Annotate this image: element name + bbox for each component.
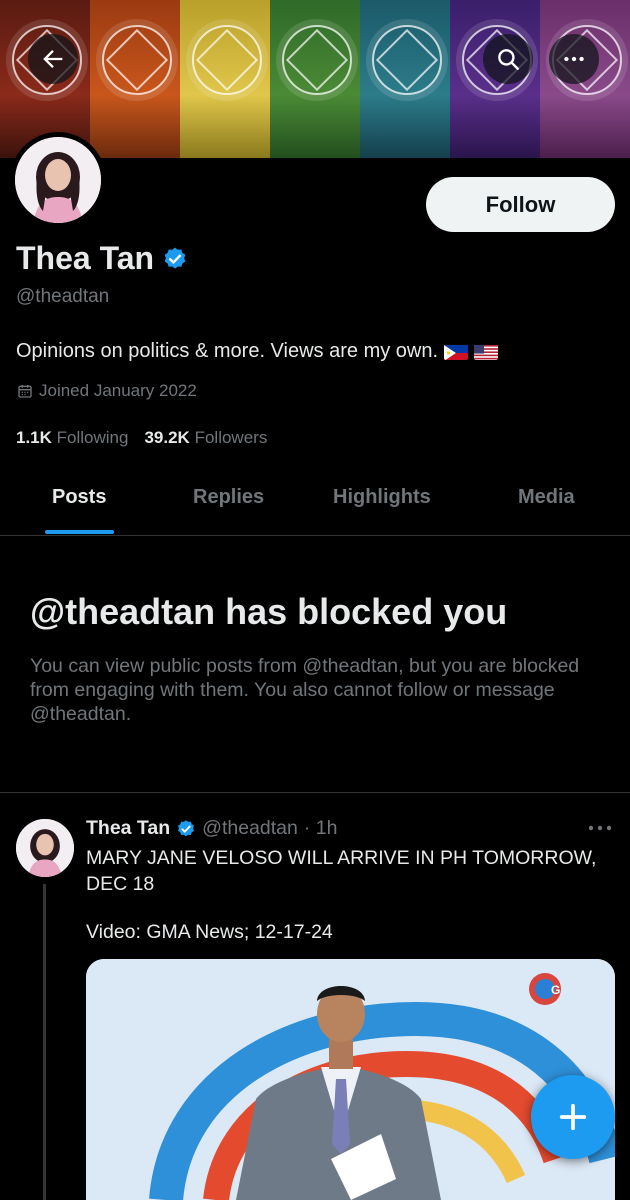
tab-replies[interactable]: Replies <box>193 486 264 509</box>
post-text: MARY JANE VELOSO WILL ARRIVE IN PH TOMOR… <box>86 847 597 895</box>
banner-stripe <box>270 0 360 158</box>
post-header: Thea Tan @theadtan · 1h <box>86 817 337 840</box>
profile-avatar[interactable] <box>10 132 106 228</box>
back-button[interactable] <box>28 34 78 84</box>
avatar-image <box>16 819 74 877</box>
philippines-flag-icon <box>444 344 469 360</box>
calendar-icon <box>18 385 32 398</box>
more-options-button[interactable] <box>549 34 599 84</box>
blocked-title: @theadtan has blocked you <box>30 591 508 632</box>
arrow-left-icon <box>43 50 63 68</box>
profile-stats: 1.1K Following 39.2K Followers <box>16 428 267 448</box>
verified-badge-icon[interactable] <box>162 246 188 272</box>
profile-name-row: Thea Tan <box>16 240 188 277</box>
tab-highlights[interactable]: Highlights <box>333 486 431 509</box>
profile-handle: @theadtan <box>16 286 110 307</box>
post-more-button[interactable] <box>587 818 613 838</box>
plus-icon <box>559 1103 587 1131</box>
avatar-image <box>15 137 101 223</box>
following-count: 1.1K <box>16 428 52 447</box>
banner-stripe <box>90 0 180 158</box>
post-avatar[interactable] <box>16 819 74 877</box>
post-time[interactable]: · 1h <box>304 817 338 840</box>
more-icon <box>588 825 612 831</box>
thread-line <box>43 884 46 1200</box>
followers-link[interactable]: 39.2K Followers <box>144 428 267 448</box>
post-handle[interactable]: @theadtan <box>202 817 298 840</box>
bio-text: Opinions on politics & more. Views are m… <box>16 340 439 362</box>
follow-button[interactable]: Follow <box>426 177 615 232</box>
search-button[interactable] <box>483 34 533 84</box>
joined-text: Joined January 2022 <box>39 381 197 400</box>
blocked-message: You can view public posts from @theadtan… <box>30 655 580 725</box>
usa-flag-icon <box>474 344 499 360</box>
profile-tabs: Posts Replies Highlights Media <box>0 470 630 536</box>
more-icon <box>564 56 584 62</box>
following-link[interactable]: 1.1K Following <box>16 428 128 448</box>
verified-badge-icon <box>178 819 195 836</box>
banner-stripe <box>360 0 450 158</box>
compose-button[interactable] <box>531 1075 615 1159</box>
search-icon <box>498 49 519 70</box>
video-thumbnail: G <box>86 959 615 1200</box>
post-source: Video: GMA News; 12-17-24 <box>86 921 333 943</box>
joined-date: Joined January 2022 <box>17 381 197 401</box>
profile-name: Thea Tan <box>16 240 155 276</box>
post-author[interactable]: Thea Tan <box>86 817 170 840</box>
post-video[interactable]: G <box>86 959 615 1200</box>
tab-posts[interactable]: Posts <box>52 486 106 509</box>
following-label: Following <box>56 428 129 447</box>
tab-media[interactable]: Media <box>518 486 575 509</box>
profile-bio: Opinions on politics & more. Views are m… <box>16 340 499 363</box>
profile-banner <box>0 0 630 158</box>
banner-stripe <box>180 0 270 158</box>
channel-logo: G <box>551 983 560 997</box>
followers-label: Followers <box>194 428 268 447</box>
active-tab-indicator <box>45 530 114 534</box>
followers-count: 39.2K <box>144 428 190 447</box>
divider <box>0 792 630 793</box>
